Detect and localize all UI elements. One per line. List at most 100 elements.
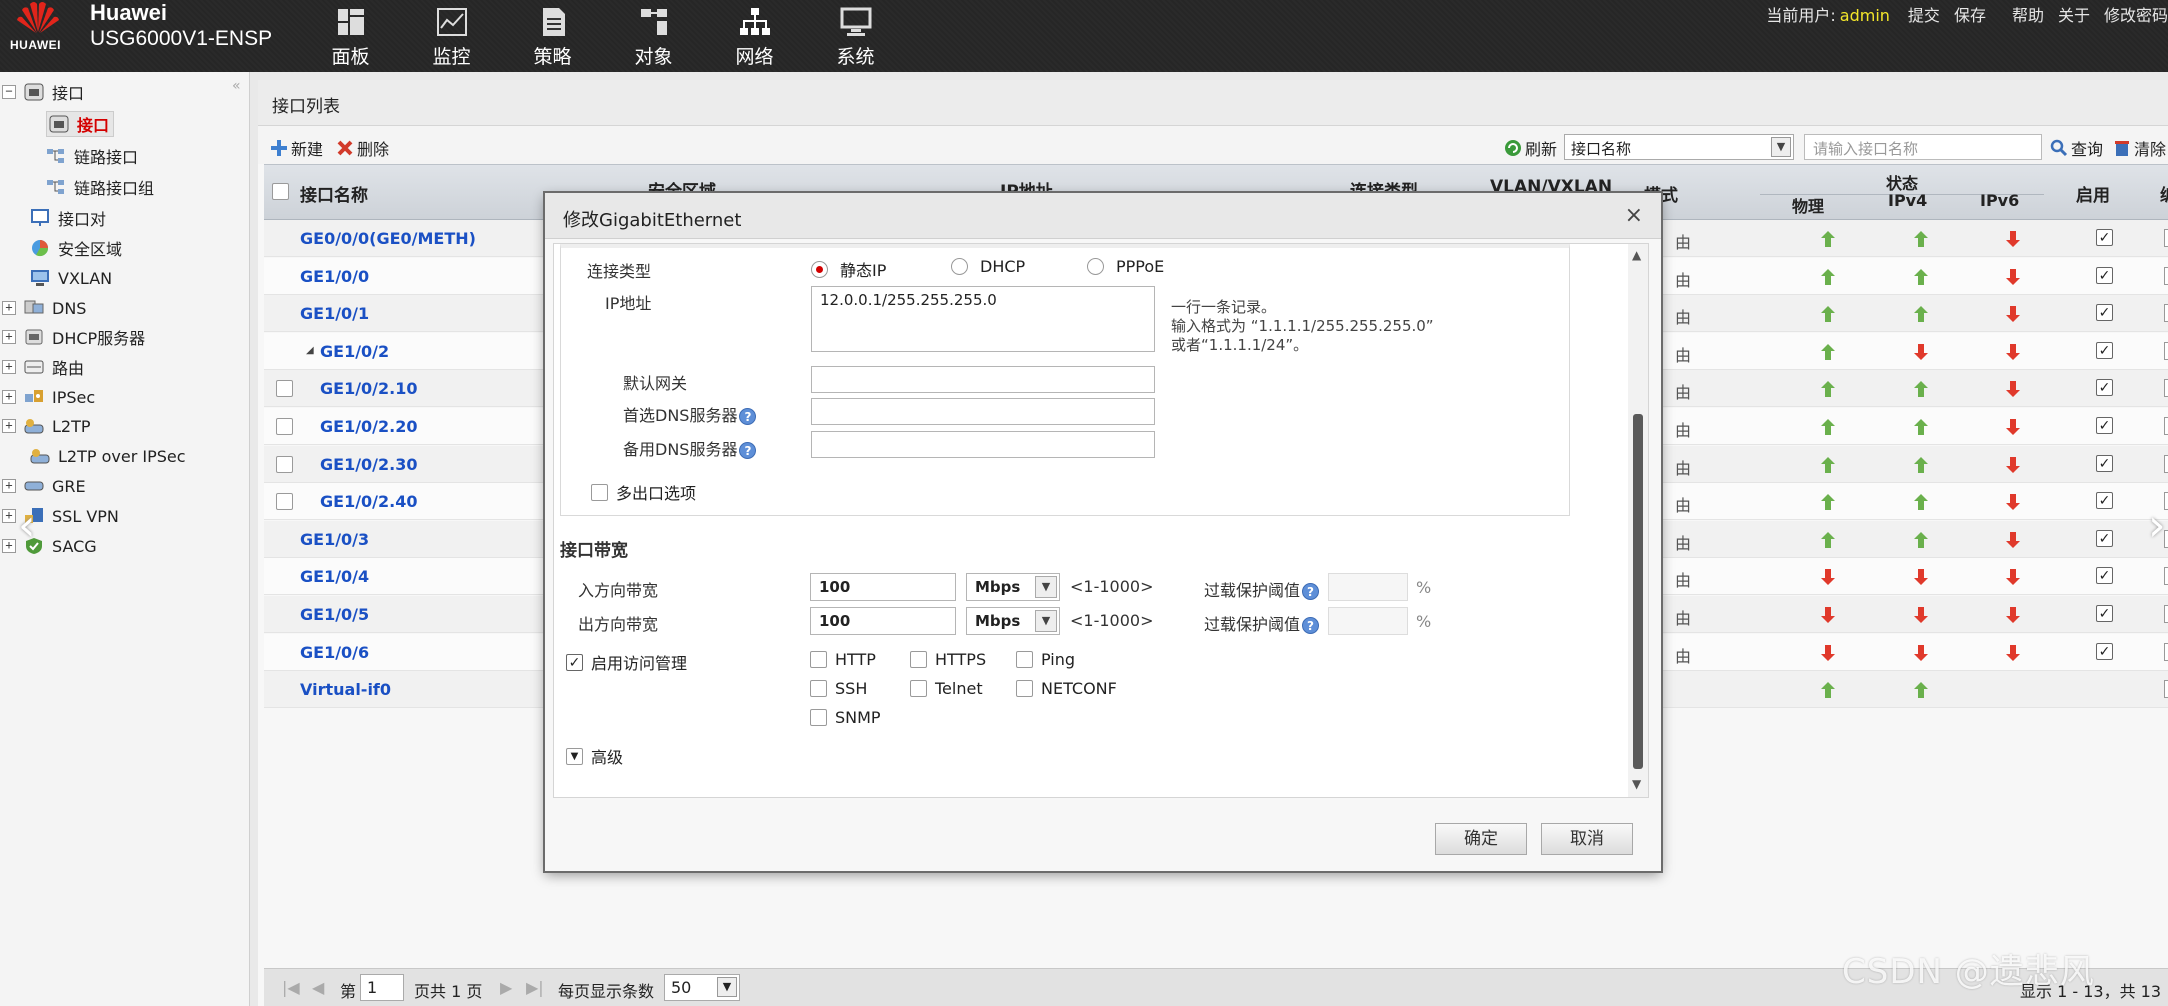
sidebar-item-interface-group[interactable]: − 接口 — [2, 80, 84, 104]
enable-checkbox[interactable] — [2096, 229, 2113, 246]
expand-icon[interactable]: + — [2, 390, 16, 404]
about-link[interactable]: 关于 — [2058, 6, 2090, 25]
sidebar-item-dhcp-server[interactable]: + DHCP服务器 — [2, 325, 145, 349]
edit-icon[interactable] — [2164, 567, 2168, 586]
primary-dns-input[interactable] — [811, 398, 1155, 425]
search-input[interactable]: 请输入接口名称 — [1804, 134, 2042, 160]
access-management-checkbox[interactable]: 启用访问管理 — [566, 650, 687, 674]
help-icon[interactable]: ? — [739, 408, 757, 425]
interface-name-link[interactable]: GE1/0/6 — [300, 643, 369, 662]
interface-name-link[interactable]: GE1/0/3 — [300, 530, 369, 549]
help-link[interactable]: 帮助 — [2012, 6, 2044, 25]
help-icon[interactable]: ? — [1302, 583, 1320, 600]
first-page-icon[interactable]: |◀ — [282, 978, 300, 997]
access-ping-checkbox[interactable]: Ping — [1016, 650, 1075, 669]
ok-button[interactable]: 确定 — [1435, 823, 1527, 855]
nav-system[interactable]: 系统 — [805, 6, 906, 69]
sidebar-item-dns[interactable]: + DNS — [2, 296, 86, 320]
interface-name-link[interactable]: GE1/0/2.40 — [320, 492, 418, 511]
enable-checkbox[interactable] — [2096, 304, 2113, 322]
sidebar-item-ipsec[interactable]: + IPSec — [2, 385, 95, 409]
sidebar-item-interface-pair[interactable]: 接口对 — [30, 206, 106, 230]
row-checkbox[interactable] — [276, 455, 293, 473]
pppoe-radio[interactable]: PPPoE — [1087, 257, 1164, 276]
interface-name-link[interactable]: GE1/0/2.20 — [320, 417, 418, 436]
secondary-dns-input[interactable] — [811, 431, 1155, 458]
enable-checkbox[interactable] — [2096, 567, 2113, 585]
sidebar-item-l2tp-over-ipsec[interactable]: L2TP over IPSec — [30, 444, 186, 468]
advanced-toggle[interactable]: ▼ 高级 — [566, 744, 623, 768]
interface-name-link[interactable]: GE1/0/5 — [300, 605, 369, 624]
prev-page-icon[interactable]: ◀ — [312, 978, 324, 997]
enable-checkbox[interactable] — [2096, 454, 2113, 472]
cancel-button[interactable]: 取消 — [1541, 823, 1633, 855]
in-overload-input[interactable] — [1328, 573, 1408, 601]
out-bandwidth-unit-select[interactable]: Mbps ▼ — [966, 607, 1060, 635]
access-telnet-checkbox[interactable]: Telnet — [910, 679, 983, 698]
delete-button[interactable]: 删除 — [336, 136, 389, 160]
edit-icon[interactable] — [2164, 266, 2168, 285]
scroll-thumb[interactable] — [1633, 414, 1643, 769]
enable-checkbox[interactable] — [2096, 266, 2113, 284]
sidebar-item-link-interface[interactable]: 链路接口 — [46, 144, 138, 168]
sidebar-collapse-icon[interactable]: « — [232, 78, 241, 94]
new-button[interactable]: 新建 — [270, 136, 323, 160]
in-bandwidth-unit-select[interactable]: Mbps ▼ — [966, 573, 1060, 601]
edit-icon[interactable] — [2164, 605, 2168, 623]
row-checkbox[interactable] — [276, 418, 293, 435]
enable-checkbox[interactable] — [2096, 642, 2113, 660]
edit-icon[interactable] — [2164, 229, 2168, 247]
query-button[interactable]: 查询 — [2050, 136, 2103, 160]
sidebar-item-vxlan[interactable]: VXLAN — [30, 266, 112, 290]
save-link[interactable]: 保存 — [1954, 6, 1986, 25]
multi-egress-checkbox[interactable]: 多出口选项 — [591, 480, 696, 504]
collapse-icon[interactable]: − — [2, 85, 16, 99]
scroll-up-icon[interactable]: ▲ — [1632, 248, 1641, 262]
enable-checkbox[interactable] — [2096, 529, 2113, 547]
expand-icon[interactable]: + — [2, 479, 16, 493]
expand-icon[interactable]: + — [2, 360, 16, 374]
enable-checkbox[interactable] — [2096, 492, 2113, 510]
scroll-down-icon[interactable]: ▼ — [1632, 777, 1641, 791]
close-icon[interactable]: × — [1625, 203, 1643, 228]
page-size-select[interactable]: 50 ▼ — [664, 974, 740, 1001]
edit-icon[interactable] — [2164, 304, 2168, 323]
row-checkbox[interactable] — [276, 380, 293, 398]
gateway-input[interactable] — [811, 366, 1155, 393]
expand-icon[interactable]: + — [2, 301, 16, 315]
help-icon[interactable]: ? — [739, 442, 757, 459]
edit-icon[interactable] — [2164, 454, 2168, 473]
out-overload-input[interactable] — [1328, 607, 1408, 635]
dialog-scrollbar[interactable]: ▲ ▼ — [1628, 244, 1648, 797]
row-checkbox[interactable] — [276, 493, 293, 511]
change-password-link[interactable]: 修改密码 — [2104, 6, 2168, 25]
sidebar-item-l2tp[interactable]: + L2TP — [2, 414, 91, 438]
nav-monitor[interactable]: 监控 — [401, 6, 502, 69]
sidebar-item-security-zone[interactable]: 安全区域 — [30, 236, 122, 260]
edit-icon[interactable] — [2164, 417, 2168, 435]
last-page-icon[interactable]: ▶| — [526, 978, 544, 997]
carousel-prev-icon[interactable]: ‹ — [18, 500, 36, 551]
access-netconf-checkbox[interactable]: NETCONF — [1016, 679, 1117, 698]
access-http-checkbox[interactable]: HTTP — [810, 650, 876, 669]
enable-checkbox[interactable] — [2096, 379, 2113, 397]
enable-checkbox[interactable] — [2096, 417, 2113, 434]
sidebar-item-route[interactable]: + 路由 — [2, 355, 84, 379]
access-ssh-checkbox[interactable]: SSH — [810, 679, 867, 698]
interface-name-link[interactable]: GE1/0/2.10 — [320, 379, 418, 398]
out-bandwidth-input[interactable]: 100 — [810, 607, 956, 635]
interface-name-link[interactable]: GE1/0/2.30 — [320, 455, 418, 474]
edit-icon[interactable] — [2164, 642, 2168, 661]
expand-icon[interactable]: + — [2, 509, 16, 523]
edit-icon[interactable] — [2164, 341, 2168, 360]
interface-name-link[interactable]: GE0/0/0(GE0/METH) — [300, 229, 476, 248]
edit-icon[interactable] — [2164, 680, 2168, 699]
in-bandwidth-input[interactable]: 100 — [810, 573, 956, 601]
expand-icon[interactable]: + — [2, 330, 16, 344]
refresh-button[interactable]: 刷新 — [1504, 136, 1557, 160]
commit-link[interactable]: 提交 — [1908, 6, 1940, 25]
nav-policy[interactable]: 策略 — [502, 6, 603, 69]
interface-name-link[interactable]: Virtual-if0 — [300, 680, 391, 699]
sidebar-item-interface[interactable]: 接口 — [46, 111, 115, 137]
dhcp-radio[interactable]: DHCP — [951, 257, 1025, 276]
